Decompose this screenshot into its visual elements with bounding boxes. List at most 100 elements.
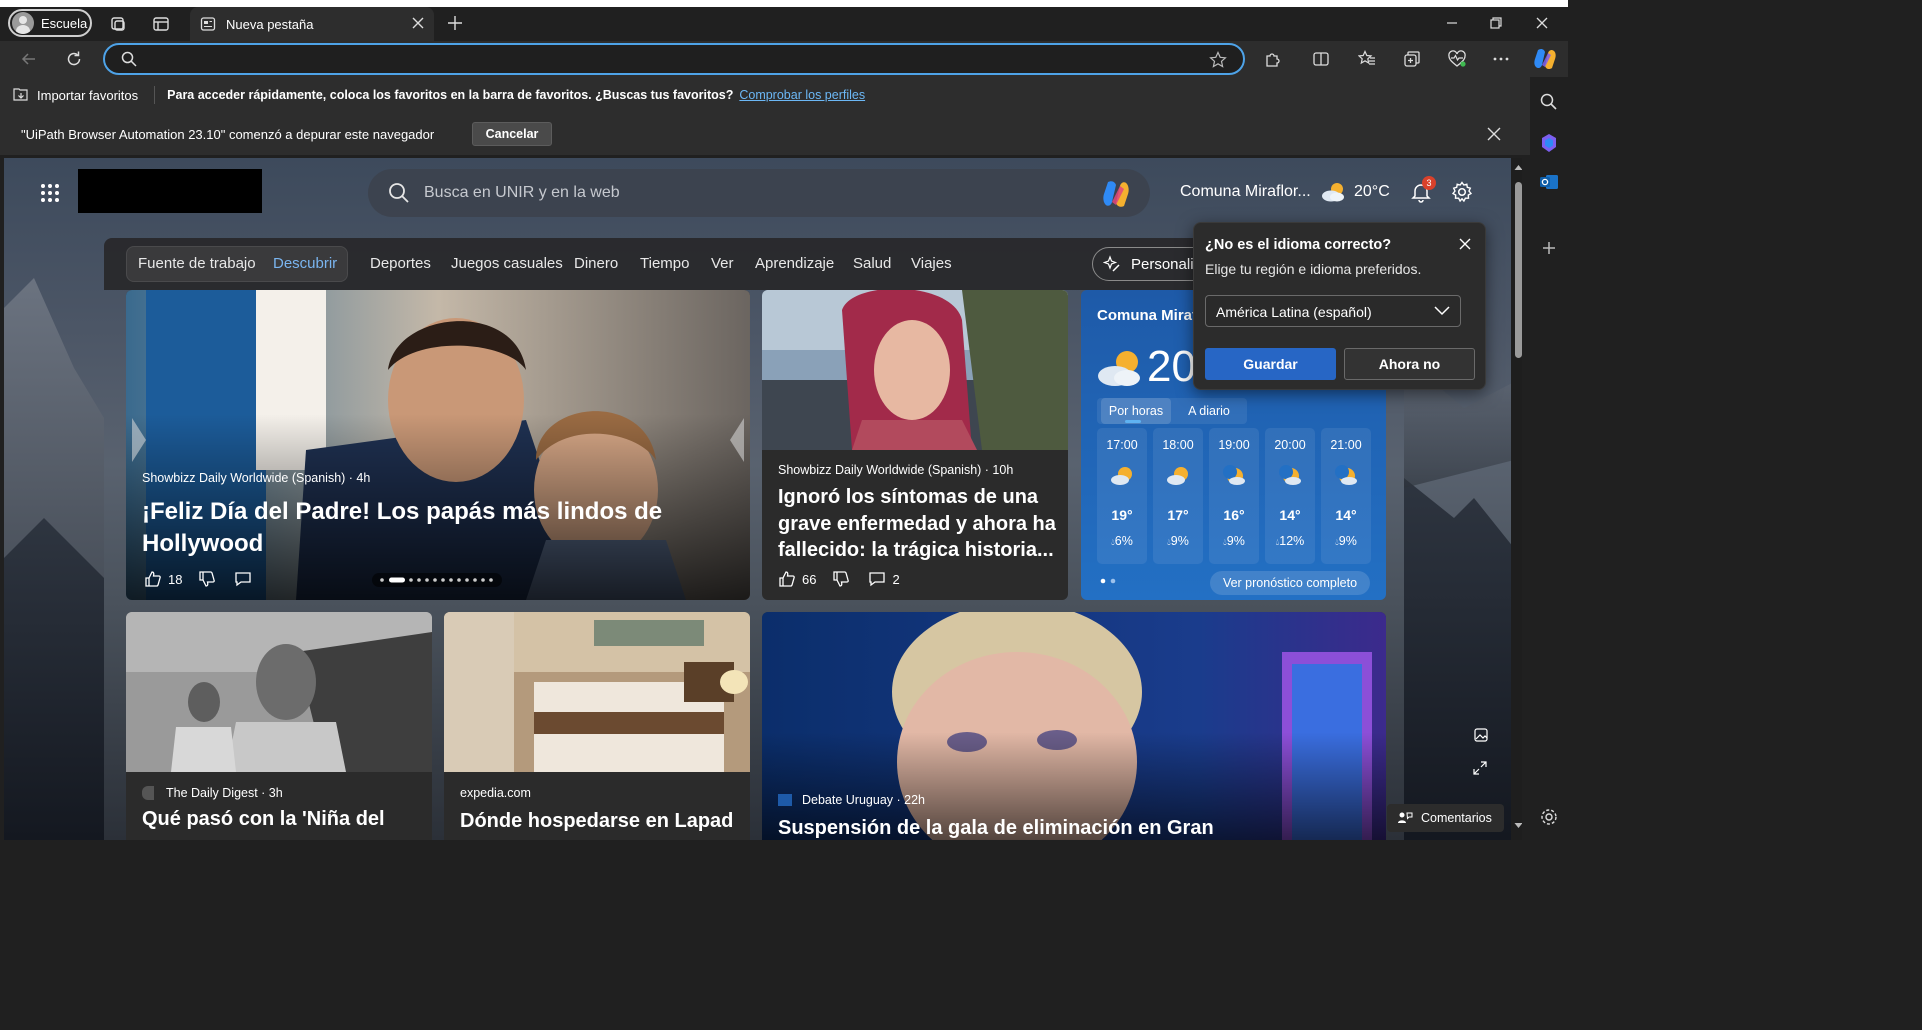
- hero-news-card[interactable]: Showbizz Daily Worldwide (Spanish) · 4h …: [126, 290, 750, 600]
- close-infobar-icon[interactable]: [1486, 126, 1502, 142]
- not-now-button[interactable]: Ahora no: [1344, 348, 1475, 380]
- address-input[interactable]: [141, 49, 1201, 69]
- hourly-forecast-item[interactable]: 21:00 14° 💧︎9%: [1321, 428, 1371, 564]
- tab-daily[interactable]: A diario: [1177, 398, 1241, 424]
- profile-button[interactable]: Escuela: [8, 9, 92, 37]
- web-search-box[interactable]: Busca en UNIR y en la web: [368, 169, 1150, 217]
- feedback-button[interactable]: Comentarios: [1387, 804, 1504, 832]
- tab-tiempo[interactable]: Tiempo: [640, 255, 689, 272]
- tab-dinero[interactable]: Dinero: [574, 255, 618, 272]
- news-card-4-photo: [444, 612, 750, 772]
- news-card-3-title[interactable]: Qué pasó con la 'Niña del: [142, 806, 432, 832]
- copilot-sidebar-icon[interactable]: [1539, 133, 1559, 153]
- partly-cloudy-icon: [1167, 467, 1188, 485]
- news-card-5-source[interactable]: Debate Uruguay · 22h: [802, 793, 925, 807]
- close-popup-icon[interactable]: [1458, 237, 1472, 251]
- news-card-2-source[interactable]: Showbizz Daily Worldwide (Spanish) · 10h: [778, 463, 1013, 477]
- like-icon[interactable]: [778, 570, 796, 588]
- news-card-4-title[interactable]: Dónde hospedarse en Lapad: [460, 808, 750, 834]
- hour-time: 20:00: [1274, 438, 1306, 452]
- extensions-icon[interactable]: [1264, 50, 1282, 68]
- split-screen-icon[interactable]: [1312, 50, 1330, 68]
- news-card-3[interactable]: The Daily Digest · 3h Qué pasó con la 'N…: [126, 612, 432, 840]
- hourly-forecast-item[interactable]: 19:00 16° 💧︎9%: [1209, 428, 1259, 564]
- restore-icon[interactable]: [1486, 13, 1506, 33]
- refresh-icon[interactable]: [65, 50, 83, 68]
- minimize-icon[interactable]: [1442, 13, 1462, 33]
- dislike-icon[interactable]: [198, 570, 216, 588]
- hourly-forecast-item[interactable]: 18:00 17° 💧︎9%: [1153, 428, 1203, 564]
- sidebar-settings-icon[interactable]: [1539, 807, 1559, 827]
- new-tab-plus-icon[interactable]: [446, 14, 464, 32]
- check-profiles-link[interactable]: Comprobar los perfiles: [739, 88, 865, 102]
- close-window-icon[interactable]: [1532, 13, 1552, 33]
- news-card-4-source[interactable]: expedia.com: [460, 786, 531, 800]
- background-image-icon[interactable]: [1473, 727, 1489, 743]
- weather-summary[interactable]: 20°C: [1320, 181, 1390, 203]
- close-tab-icon[interactable]: [412, 17, 424, 29]
- sidebar-search-icon[interactable]: [1539, 92, 1559, 112]
- address-bar[interactable]: [103, 43, 1245, 75]
- carousel-pagination[interactable]: [372, 573, 502, 587]
- news-card-4[interactable]: expedia.com Dónde hospedarse en Lapad: [444, 612, 750, 840]
- hourly-forecast-item[interactable]: 20:00 14° 💧︎12%: [1265, 428, 1315, 564]
- collections-icon[interactable]: [1403, 50, 1421, 68]
- tab-salud[interactable]: Salud: [853, 255, 891, 272]
- more-options-icon[interactable]: [1492, 50, 1510, 68]
- tab-aprendizaje[interactable]: Aprendizaje: [755, 255, 834, 272]
- vertical-tabs-icon[interactable]: [152, 15, 170, 33]
- hero-source[interactable]: Showbizz Daily Worldwide (Spanish) · 4h: [142, 471, 370, 485]
- news-card-2[interactable]: Showbizz Daily Worldwide (Spanish) · 10h…: [762, 290, 1068, 600]
- news-card-2-like-count: 66: [802, 571, 817, 587]
- full-forecast-link[interactable]: Ver pronóstico completo: [1210, 571, 1370, 595]
- favorites-icon[interactable]: [1358, 50, 1376, 68]
- tab-viajes[interactable]: Viajes: [911, 255, 952, 272]
- scroll-up-icon[interactable]: [1514, 164, 1522, 171]
- outlook-icon[interactable]: [1539, 172, 1559, 192]
- toolbar: [0, 41, 1568, 77]
- expand-icon[interactable]: [1472, 760, 1488, 776]
- tab-new-tab[interactable]: Nueva pestaña: [190, 7, 434, 41]
- copilot-search-icon[interactable]: [1100, 179, 1132, 209]
- weather-pagination[interactable]: [1099, 577, 1119, 585]
- news-card-5-title[interactable]: Suspensión de la gala de eliminación en …: [778, 815, 1378, 840]
- workspaces-icon[interactable]: [109, 15, 127, 33]
- back-icon[interactable]: [20, 50, 38, 68]
- settings-gear-icon[interactable]: [1451, 181, 1473, 203]
- hour-temperature: 16°: [1223, 507, 1245, 523]
- hourly-forecast-item[interactable]: 17:00 19° 💧︎6%: [1097, 428, 1147, 564]
- news-card-5[interactable]: Debate Uruguay · 22h Suspensión de la ga…: [762, 612, 1386, 840]
- dislike-icon[interactable]: [832, 570, 850, 588]
- scrollbar-thumb[interactable]: [1515, 182, 1522, 358]
- cancel-debugging-button[interactable]: Cancelar: [472, 122, 552, 146]
- tab-descubrir[interactable]: Descubrir: [273, 255, 337, 272]
- hour-temperature: 17°: [1167, 507, 1189, 523]
- favorite-star-icon[interactable]: [1209, 51, 1227, 69]
- add-sidebar-app-icon[interactable]: [1539, 238, 1559, 258]
- weather-location[interactable]: Comuna Miraflor...: [1180, 183, 1311, 201]
- like-icon[interactable]: [144, 570, 162, 588]
- tab-juegos-casuales[interactable]: Juegos casuales: [451, 255, 563, 272]
- news-card-3-source[interactable]: The Daily Digest · 3h: [166, 786, 283, 800]
- news-card-2-title[interactable]: Ignoró los síntomas de una grave enferme…: [778, 484, 1060, 564]
- hero-title[interactable]: ¡Feliz Día del Padre! Los papás más lind…: [142, 496, 702, 560]
- browser-essentials-icon[interactable]: [1448, 50, 1466, 68]
- copilot-icon[interactable]: [1532, 47, 1558, 71]
- new-tab-page-icon: [200, 17, 216, 31]
- hour-time: 19:00: [1218, 438, 1250, 452]
- hour-time: 21:00: [1330, 438, 1362, 452]
- partly-cloudy-icon: [1111, 467, 1132, 485]
- redacted-logo: [78, 169, 262, 213]
- tab-deportes[interactable]: Deportes: [370, 255, 431, 272]
- region-language-select[interactable]: América Latina (español): [1205, 295, 1461, 327]
- comment-icon[interactable]: [234, 570, 252, 588]
- page-scrollbar[interactable]: [1511, 158, 1522, 840]
- tab-ver[interactable]: Ver: [711, 255, 734, 272]
- save-language-button[interactable]: Guardar: [1205, 348, 1336, 380]
- app-launcher-icon[interactable]: [40, 183, 60, 203]
- tab-fuente-de-trabajo[interactable]: Fuente de trabajo: [138, 255, 256, 272]
- comment-icon[interactable]: [868, 570, 886, 588]
- scroll-down-icon[interactable]: [1514, 822, 1522, 829]
- import-favorites-button[interactable]: Importar favoritos: [12, 87, 138, 103]
- search-placeholder: Busca en UNIR y en la web: [424, 184, 620, 201]
